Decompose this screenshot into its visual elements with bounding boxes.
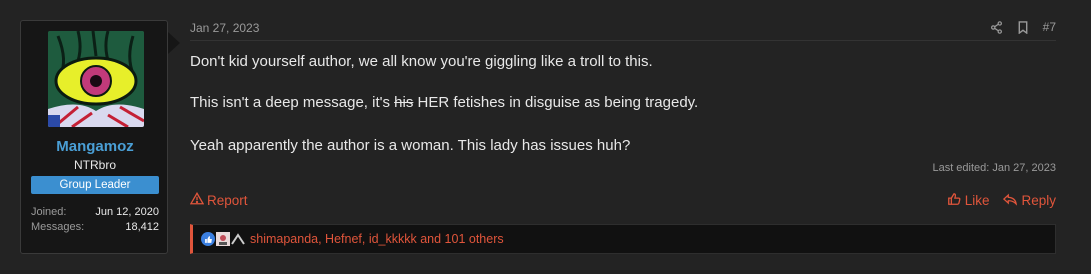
warning-icon — [189, 191, 205, 208]
stat-joined: Joined: Jun 12, 2020 — [31, 206, 159, 221]
reply-label: Reply — [1021, 193, 1056, 208]
user-stats: Joined: Jun 12, 2020 Messages: 18,412 — [31, 206, 159, 236]
header-divider — [190, 40, 1056, 41]
stat-value: 18,412 — [125, 221, 159, 233]
message-line-3: Yeah apparently the author is a woman. T… — [190, 137, 631, 154]
message-line-2: This isn't a deep message, it's his HER … — [190, 94, 698, 111]
stat-label: Joined: — [31, 206, 67, 218]
like-label: Like — [964, 193, 990, 208]
custom-reaction-icon — [216, 232, 230, 246]
avatar[interactable] — [48, 31, 144, 127]
reply-button[interactable]: Reply — [1003, 192, 1056, 209]
post-header-actions: #7 — [990, 20, 1056, 34]
thumbs-up-icon — [947, 192, 961, 209]
post-date[interactable]: Jan 27, 2023 — [190, 21, 259, 35]
reactions-text[interactable]: shimapanda, Hefnef, id_kkkkk and 101 oth… — [250, 232, 504, 246]
stat-messages: Messages: 18,412 — [31, 221, 159, 236]
bookmark-icon[interactable] — [1017, 20, 1029, 34]
user-card: Mangamoz NTRbro Group Leader Joined: Jun… — [20, 20, 168, 254]
custom-reaction-icon — [231, 232, 245, 246]
like-reaction-icon — [201, 232, 215, 246]
report-label: Report — [207, 192, 248, 208]
post-container: Mangamoz NTRbro Group Leader Joined: Jun… — [0, 0, 1091, 274]
reaction-icons — [201, 232, 246, 246]
footer-actions: Like Reply — [947, 192, 1056, 209]
stat-value: Jun 12, 2020 — [95, 206, 159, 218]
user-title: NTRbro — [73, 158, 116, 172]
message-text: This isn't a deep message, it's — [190, 94, 395, 111]
stat-label: Messages: — [31, 221, 85, 233]
username[interactable]: Mangamoz — [21, 138, 169, 155]
message-line-1: Don't kid yourself author, we all know y… — [190, 53, 653, 70]
user-banner: Group Leader — [31, 176, 159, 194]
reactions-bar[interactable]: shimapanda, Hefnef, id_kkkkk and 101 oth… — [190, 224, 1056, 254]
post-number[interactable]: #7 — [1043, 20, 1056, 34]
reply-icon — [1003, 193, 1018, 209]
report-link[interactable]: Report — [189, 191, 248, 208]
like-button[interactable]: Like — [947, 192, 990, 209]
last-edited: Last edited: Jan 27, 2023 — [932, 162, 1056, 174]
share-icon[interactable] — [990, 20, 1003, 34]
message-text: HER fetishes in disguise as being traged… — [413, 94, 699, 111]
user-card-arrow — [168, 32, 180, 54]
struck-text: his — [394, 94, 414, 111]
